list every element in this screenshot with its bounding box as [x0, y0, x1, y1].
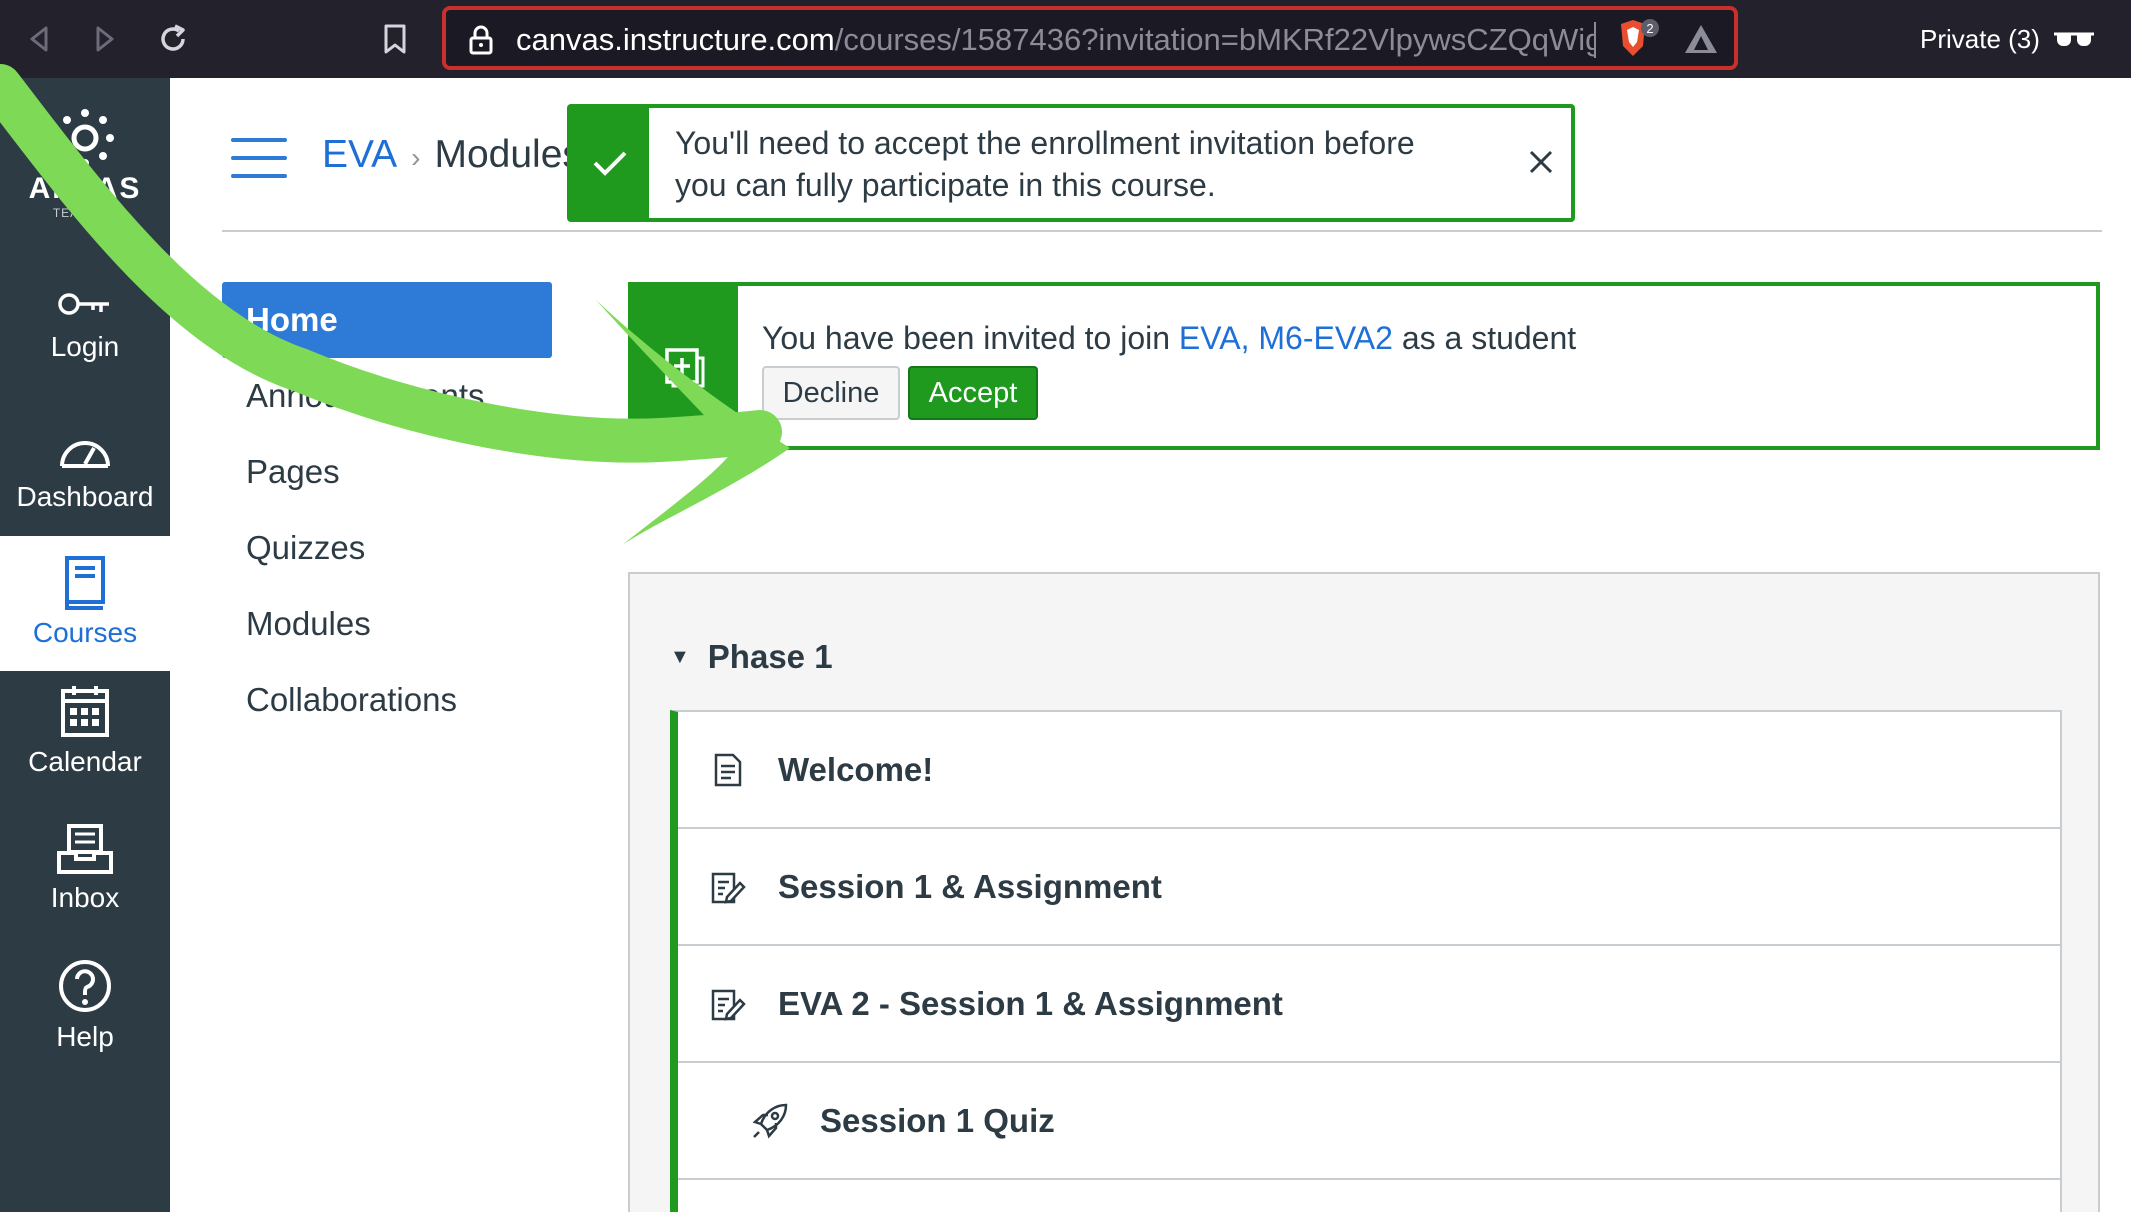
- dashboard-gauge-icon: [60, 441, 110, 468]
- url-path: /courses/1587436?invitation=bMKRf22Vlpyw…: [834, 22, 1596, 57]
- invitation-course-link[interactable]: EVA, M6-EVA2: [1179, 320, 1393, 356]
- lock-icon: [468, 24, 498, 56]
- module-title: Phase 1: [707, 638, 833, 675]
- assignment-icon: [708, 867, 748, 907]
- private-glasses-icon: [2052, 24, 2096, 54]
- module-item[interactable]: Welcome!: [678, 712, 2060, 829]
- invitation-message: You have been invited to join EVA, M6-EV…: [762, 318, 1576, 358]
- private-window-label: Private (3): [1920, 24, 2040, 54]
- flash-alert: You'll need to accept the enrollment inv…: [567, 104, 1575, 222]
- global-nav-dashboard[interactable]: Dashboard: [0, 418, 170, 548]
- breadcrumb: EVA › Modules: [322, 130, 582, 180]
- quiz-rocket-icon: [750, 1101, 790, 1141]
- global-nav-dashboard-label: Dashboard: [16, 481, 154, 512]
- invitation-icon-box: [632, 286, 738, 446]
- global-nav-login-label: Login: [50, 331, 120, 362]
- accept-button[interactable]: Accept: [908, 366, 1038, 420]
- reload-icon[interactable]: [148, 14, 198, 64]
- invitation-prefix: You have been invited to join: [762, 320, 1179, 356]
- browser-toolbar: canvas.instructure.com/courses/1587436?i…: [0, 0, 2131, 78]
- breadcrumb-current-page: Modules: [434, 133, 582, 176]
- page-icon: [708, 750, 748, 790]
- address-bar[interactable]: canvas.instructure.com/courses/1587436?i…: [442, 6, 1738, 70]
- add-course-icon: [665, 348, 705, 388]
- brave-rewards-icon[interactable]: [1682, 22, 1722, 58]
- collapse-caret-icon[interactable]: ▼: [670, 632, 690, 682]
- canvas-logo-icon: [56, 109, 114, 167]
- page: canvas.instructure.com/courses/1587436?i…: [0, 0, 2131, 1212]
- url-text: canvas.instructure.com/courses/1587436?i…: [516, 22, 1596, 58]
- brave-shield-icon[interactable]: 2: [1616, 18, 1666, 64]
- global-nav-login[interactable]: Login: [0, 284, 170, 414]
- calendar-icon: [61, 686, 109, 737]
- global-nav-courses-label: Courses: [32, 617, 138, 648]
- global-nav-inbox[interactable]: Inbox: [0, 823, 170, 953]
- course-nav-pages[interactable]: Pages: [222, 434, 552, 510]
- module-item-title[interactable]: EVA 2 - Session 1 & Assignment: [778, 985, 1283, 1023]
- canvas-logo[interactable]: ANVAS TEACHER: [0, 108, 170, 268]
- courses-book-icon: [65, 556, 105, 610]
- course-nav-announcements[interactable]: Announcements: [222, 358, 552, 434]
- forward-icon[interactable]: [80, 14, 130, 64]
- key-icon: [58, 293, 109, 315]
- breadcrumb-course-link[interactable]: EVA: [322, 133, 397, 176]
- course-nav-home[interactable]: Home: [222, 282, 552, 358]
- module-item[interactable]: Session 1 & Assignment: [678, 829, 2060, 946]
- course-nav-collaborations[interactable]: Collaborations: [222, 662, 552, 738]
- global-nav-calendar[interactable]: Calendar: [0, 683, 170, 813]
- global-nav-courses[interactable]: Courses: [0, 536, 170, 671]
- header-divider: [222, 230, 2102, 232]
- url-divider: [1594, 22, 1596, 58]
- bookmark-icon[interactable]: [370, 14, 420, 64]
- global-nav-calendar-label: Calendar: [28, 746, 142, 777]
- global-nav-help[interactable]: Help: [0, 958, 170, 1088]
- flash-icon-box: [571, 108, 649, 218]
- module-item-title[interactable]: Session 1 Quiz: [820, 1102, 1055, 1140]
- modules-container: ▼ Phase 1 Welcome! Session 1 & Assignmen…: [628, 572, 2100, 1212]
- module-item[interactable]: EVA 2 - Session 1 & Assignment: [678, 946, 2060, 1063]
- help-icon: [59, 960, 111, 1012]
- decline-button[interactable]: Decline: [762, 366, 900, 420]
- course-invitation: You have been invited to join EVA, M6-EV…: [628, 282, 2100, 450]
- close-icon[interactable]: [1521, 142, 1561, 182]
- canvas-logo-subtitle: TEACHER: [52, 206, 118, 220]
- global-navigation: ANVAS TEACHER Login Dashboard Courses Ca…: [0, 78, 170, 1212]
- breadcrumb-separator: ›: [411, 142, 421, 173]
- module-items-list: Welcome! Session 1 & Assignment EVA 2 - …: [670, 710, 2062, 1212]
- canvas-logo-word: ANVAS: [28, 172, 142, 205]
- checkmark-icon: [593, 151, 627, 176]
- shield-count: 2: [1646, 21, 1653, 36]
- flash-message: You'll need to accept the enrollment inv…: [675, 125, 1415, 203]
- assignment-icon: [708, 984, 748, 1024]
- course-nav-quizzes[interactable]: Quizzes: [222, 510, 552, 586]
- course-menu-toggle[interactable]: [231, 138, 287, 178]
- global-nav-help-label: Help: [56, 1021, 114, 1052]
- module-header[interactable]: ▼ Phase 1: [670, 632, 833, 682]
- module-item-title[interactable]: Session 1 & Assignment: [778, 868, 1162, 906]
- back-icon[interactable]: [14, 14, 64, 64]
- module-item[interactable]: Session 1 Quiz: [678, 1063, 2060, 1180]
- invitation-suffix: as a student: [1392, 320, 1577, 356]
- module-item-title[interactable]: Welcome!: [778, 751, 933, 789]
- course-nav-modules[interactable]: Modules: [222, 586, 552, 662]
- url-host: canvas.instructure.com: [516, 22, 835, 57]
- inbox-icon: [57, 824, 113, 874]
- global-nav-inbox-label: Inbox: [50, 882, 120, 913]
